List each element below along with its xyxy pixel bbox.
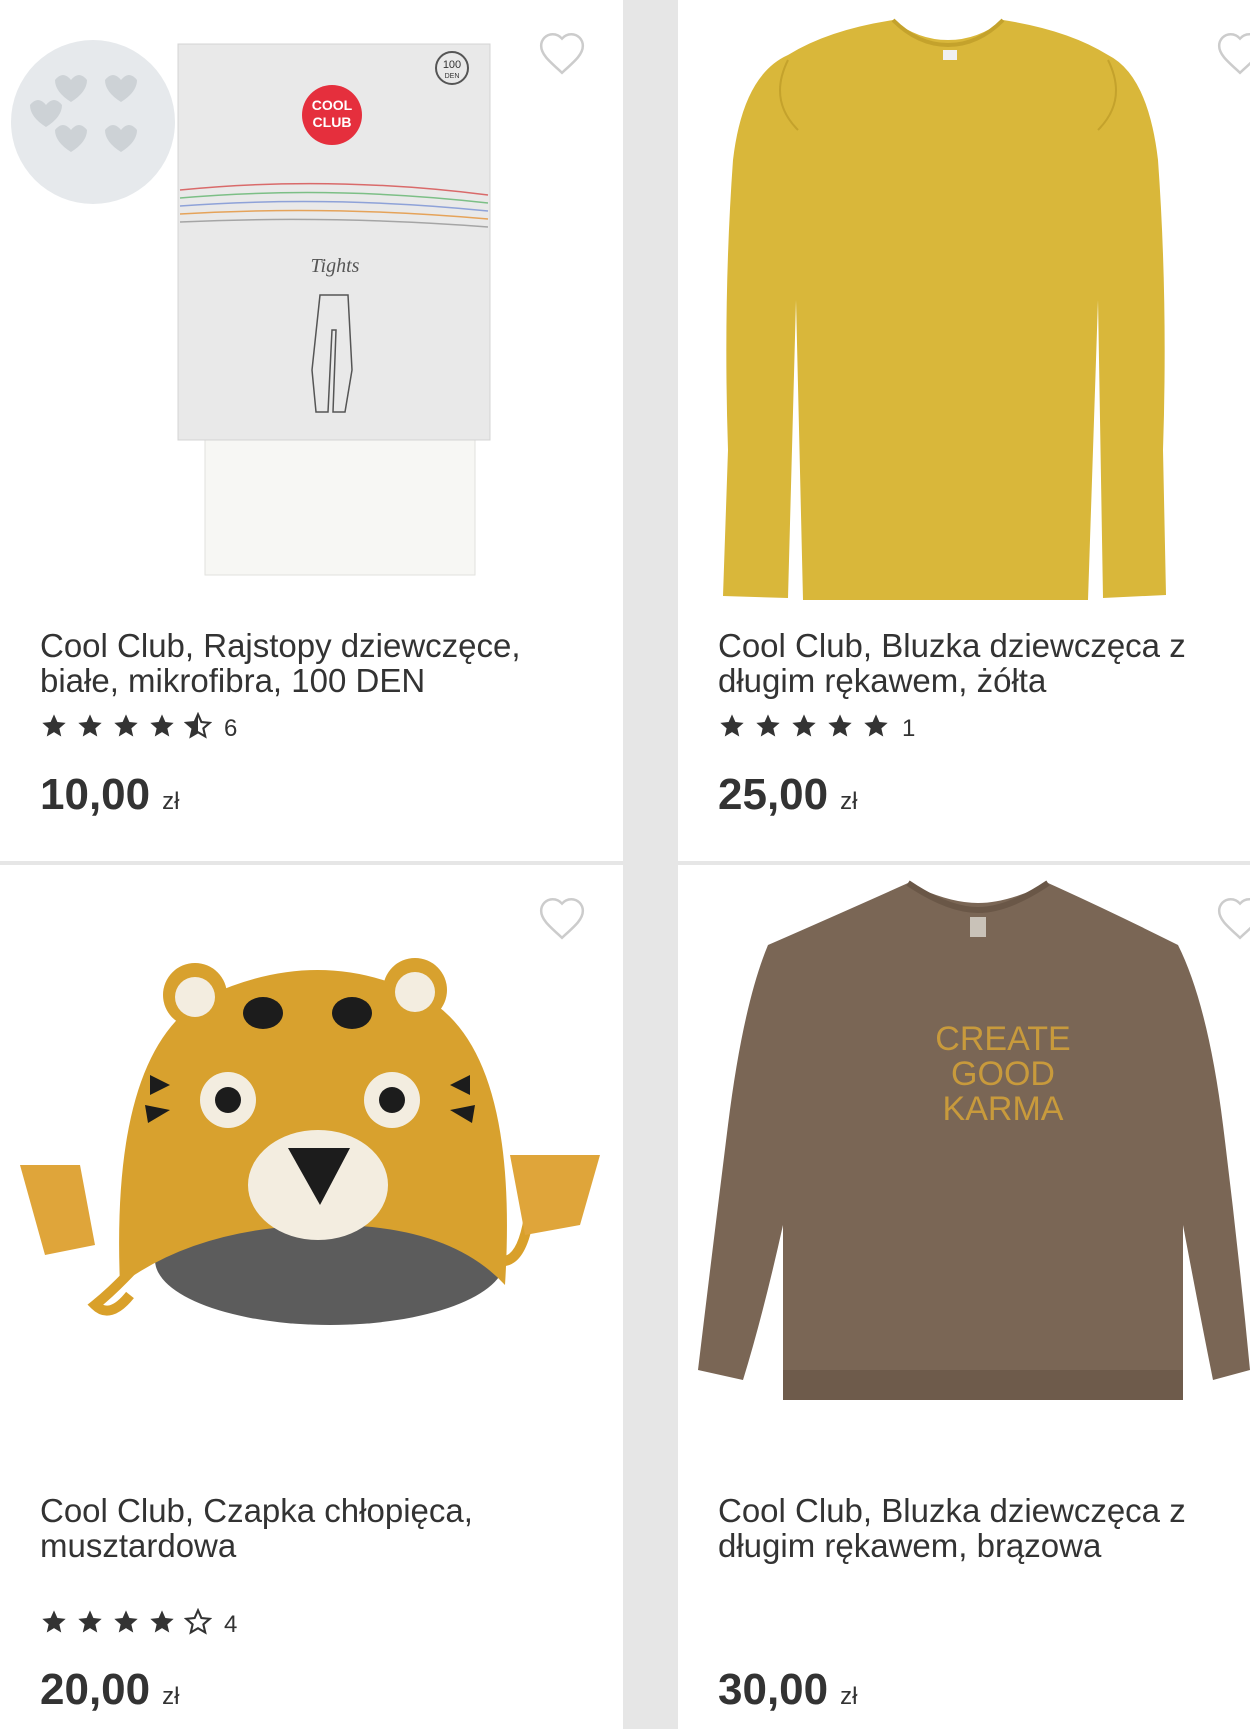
price-currency: zł (840, 788, 858, 815)
print-line-3: KARMA (943, 1090, 1064, 1128)
price-currency: zł (162, 1683, 180, 1710)
product-image[interactable] (678, 0, 1250, 610)
rating: 6 (40, 712, 237, 745)
product-card[interactable]: CREATE GOOD KARMA Cool Club, Bluzka dzie… (678, 865, 1250, 1729)
price-amount: 25,00 (718, 770, 829, 819)
product-image[interactable] (0, 865, 623, 1475)
rating-count: 4 (224, 1610, 238, 1638)
product-image[interactable]: COOL CLUB 100 DEN Tights (0, 0, 623, 610)
package-label: Tights (311, 255, 360, 277)
star-filled-icon (112, 1608, 140, 1636)
product-title[interactable]: Cool Club, Bluzka dziewczęca z długim rę… (718, 1493, 1238, 1563)
product-title[interactable]: Cool Club, Czapka chłopięca, musztardowa (40, 1493, 570, 1563)
star-filled-icon (826, 712, 854, 740)
package-den-value: 100 (443, 59, 461, 71)
rating-stars (40, 712, 220, 745)
rating-stars (718, 712, 898, 745)
price-amount: 30,00 (718, 1665, 829, 1714)
price-amount: 10,00 (40, 770, 151, 819)
wishlist-heart-icon[interactable] (1215, 30, 1250, 76)
star-filled-icon (148, 712, 176, 740)
star-filled-icon (112, 712, 140, 740)
star-filled-icon (862, 712, 890, 740)
rating: 1 (718, 712, 915, 745)
star-filled-icon (754, 712, 782, 740)
package-den-unit: DEN (445, 73, 460, 80)
product-card[interactable]: Cool Club, Czapka chłopięca, musztardowa… (0, 865, 623, 1729)
rating-stars (40, 1608, 220, 1641)
product-price: 10,00 zł (40, 770, 179, 820)
package-brand-line-1: COOL (312, 97, 353, 113)
product-price: 25,00 zł (718, 770, 857, 820)
product-price: 30,00 zł (718, 1665, 857, 1715)
package-brand-line-2: CLUB (313, 114, 352, 130)
price-currency: zł (162, 788, 180, 815)
star-filled-icon (40, 712, 68, 740)
wishlist-heart-icon[interactable] (537, 895, 587, 941)
star-filled-icon (40, 1608, 68, 1636)
print-line-1: CREATE (935, 1020, 1070, 1058)
wishlist-heart-icon[interactable] (537, 30, 587, 76)
product-card[interactable]: Cool Club, Bluzka dziewczęca z długim rę… (678, 0, 1250, 861)
product-title[interactable]: Cool Club, Bluzka dziewczęca z długim rę… (718, 628, 1238, 698)
print-line-2: GOOD (951, 1055, 1055, 1093)
product-card[interactable]: COOL CLUB 100 DEN Tights Cool Club, Rajs… (0, 0, 623, 861)
star-filled-icon (718, 712, 746, 740)
star-filled-icon (76, 1608, 104, 1636)
star-half-icon (184, 712, 212, 740)
product-price: 20,00 zł (40, 1665, 179, 1715)
rating: 4 (40, 1608, 237, 1641)
product-image[interactable]: CREATE GOOD KARMA (678, 865, 1250, 1475)
star-outline-icon (184, 1608, 212, 1636)
star-filled-icon (790, 712, 818, 740)
price-amount: 20,00 (40, 1665, 151, 1714)
product-title[interactable]: Cool Club, Rajstopy dziewczęce, białe, m… (40, 628, 570, 698)
rating-count: 1 (902, 714, 916, 742)
wishlist-heart-icon[interactable] (1215, 895, 1250, 941)
price-currency: zł (840, 1683, 858, 1710)
star-filled-icon (148, 1608, 176, 1636)
star-filled-icon (76, 712, 104, 740)
rating-count: 6 (224, 714, 238, 742)
